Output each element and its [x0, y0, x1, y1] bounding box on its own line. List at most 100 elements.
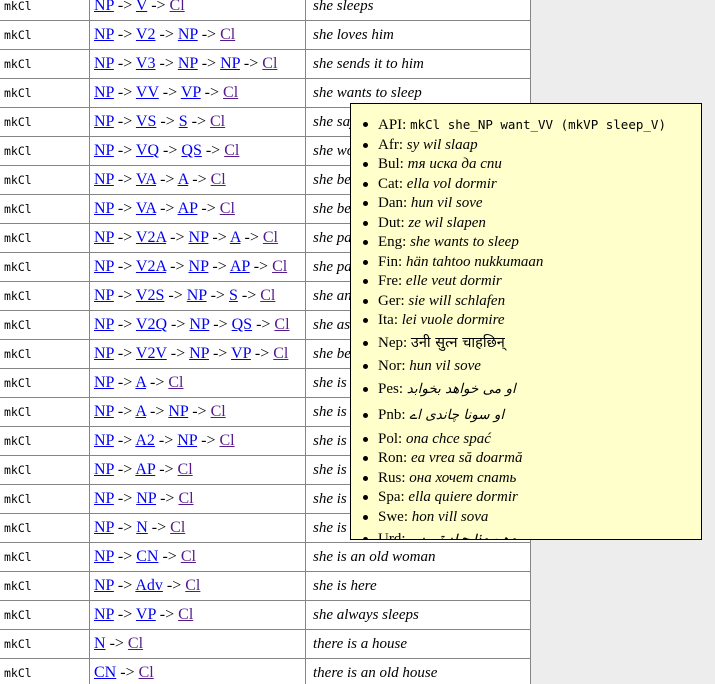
category-link-V2A[interactable]: V2A: [136, 258, 166, 275]
category-link-Cl[interactable]: Cl: [128, 635, 143, 652]
category-link-Cl[interactable]: Cl: [168, 374, 183, 391]
translation-item: Spa: ella quiere dormir: [378, 488, 695, 508]
category-link-NP[interactable]: NP: [189, 345, 209, 362]
category-link-NP[interactable]: NP: [94, 316, 114, 333]
category-link-Cl[interactable]: Cl: [178, 606, 193, 623]
category-link-Cl[interactable]: Cl: [274, 316, 289, 333]
category-link-NP[interactable]: NP: [189, 229, 209, 246]
category-link-Cl[interactable]: Cl: [273, 345, 288, 362]
category-link-Cl[interactable]: Cl: [263, 229, 278, 246]
category-link-N[interactable]: N: [94, 635, 106, 652]
category-link-Cl[interactable]: Cl: [170, 519, 185, 536]
category-link-N[interactable]: N: [136, 519, 148, 536]
category-link-NP[interactable]: NP: [94, 287, 114, 304]
category-link-NP[interactable]: NP: [177, 432, 197, 449]
category-link-Cl[interactable]: Cl: [210, 113, 225, 130]
category-link-S[interactable]: S: [179, 113, 188, 130]
category-link-A[interactable]: A: [230, 229, 241, 246]
category-link-NP[interactable]: NP: [178, 55, 198, 72]
category-link-NP[interactable]: NP: [136, 490, 156, 507]
category-link-V3[interactable]: V3: [136, 55, 156, 72]
category-link-Cl[interactable]: Cl: [211, 403, 226, 420]
category-link-NP[interactable]: NP: [94, 26, 114, 43]
category-link-NP[interactable]: NP: [94, 548, 114, 565]
category-link-NP[interactable]: NP: [94, 0, 114, 14]
category-link-NP[interactable]: NP: [94, 403, 114, 420]
category-link-NP[interactable]: NP: [94, 432, 114, 449]
category-link-A[interactable]: A: [135, 374, 146, 391]
category-link-AP[interactable]: AP: [230, 258, 250, 275]
category-link-NP[interactable]: NP: [94, 200, 114, 217]
language-label: Swe:: [378, 509, 408, 525]
category-link-Cl[interactable]: Cl: [178, 490, 193, 507]
category-link-V2V[interactable]: V2V: [136, 345, 167, 362]
category-link-NP[interactable]: NP: [94, 345, 114, 362]
category-link-S[interactable]: S: [229, 287, 238, 304]
category-link-A2[interactable]: A2: [135, 432, 155, 449]
category-link-Cl[interactable]: Cl: [178, 461, 193, 478]
category-link-NP[interactable]: NP: [94, 606, 114, 623]
category-link-VA[interactable]: VA: [136, 200, 156, 217]
category-link-NP[interactable]: NP: [187, 287, 207, 304]
category-link-NP[interactable]: NP: [94, 258, 114, 275]
category-link-NP[interactable]: NP: [94, 84, 114, 101]
example-cell: she loves him: [306, 21, 531, 50]
category-link-QS[interactable]: QS: [232, 316, 252, 333]
category-link-CN[interactable]: CN: [136, 548, 158, 565]
category-link-CN[interactable]: CN: [94, 664, 116, 681]
category-link-Cl[interactable]: Cl: [220, 200, 235, 217]
category-link-NP[interactable]: NP: [189, 258, 209, 275]
category-link-AP[interactable]: AP: [135, 461, 155, 478]
category-link-Cl[interactable]: Cl: [224, 142, 239, 159]
category-link-V2Q[interactable]: V2Q: [136, 316, 167, 333]
category-link-NP[interactable]: NP: [94, 113, 114, 130]
category-link-NP[interactable]: NP: [94, 142, 114, 159]
category-link-NP[interactable]: NP: [94, 55, 114, 72]
category-link-Cl[interactable]: Cl: [219, 432, 234, 449]
category-link-NP[interactable]: NP: [220, 55, 240, 72]
category-link-NP[interactable]: NP: [94, 577, 114, 594]
category-link-NP[interactable]: NP: [94, 171, 114, 188]
category-link-VP[interactable]: VP: [181, 84, 201, 101]
category-link-Cl[interactable]: Cl: [170, 0, 185, 14]
category-link-Adv[interactable]: Adv: [135, 577, 163, 594]
category-link-NP[interactable]: NP: [168, 403, 188, 420]
category-link-NP[interactable]: NP: [94, 519, 114, 536]
category-link-A[interactable]: A: [178, 171, 189, 188]
category-link-NP[interactable]: NP: [94, 461, 114, 478]
category-link-NP[interactable]: NP: [94, 229, 114, 246]
category-link-VA[interactable]: VA: [136, 171, 156, 188]
category-link-Cl[interactable]: Cl: [181, 548, 196, 565]
category-link-VQ[interactable]: VQ: [136, 142, 159, 159]
category-link-QS[interactable]: QS: [181, 142, 201, 159]
category-link-VP[interactable]: VP: [231, 345, 251, 362]
category-link-VS[interactable]: VS: [136, 113, 156, 130]
category-link-VV[interactable]: VV: [136, 84, 159, 101]
category-link-NP[interactable]: NP: [178, 26, 198, 43]
category-link-V2[interactable]: V2: [136, 26, 156, 43]
category-link-Cl[interactable]: Cl: [139, 664, 154, 681]
category-link-A[interactable]: A: [135, 403, 146, 420]
category-link-V2S[interactable]: V2S: [136, 287, 164, 304]
category-link-VP[interactable]: VP: [136, 606, 156, 623]
category-link-Cl[interactable]: Cl: [262, 55, 277, 72]
category-link-Cl[interactable]: Cl: [185, 577, 200, 594]
function-name-cell: mkCl: [0, 224, 90, 253]
category-link-Cl[interactable]: Cl: [220, 26, 235, 43]
category-link-Cl[interactable]: Cl: [272, 258, 287, 275]
category-link-NP[interactable]: NP: [189, 316, 209, 333]
category-link-Cl[interactable]: Cl: [223, 84, 238, 101]
type-signature-cell: NP -> A -> Cl: [90, 369, 306, 398]
translation-text: ella vol dormir: [407, 176, 497, 192]
translation-text: она хочет спать: [409, 470, 516, 486]
category-link-V[interactable]: V: [136, 0, 147, 14]
category-link-NP[interactable]: NP: [94, 374, 114, 391]
category-link-Cl[interactable]: Cl: [260, 287, 275, 304]
function-name-cell: mkCl: [0, 340, 90, 369]
category-link-NP[interactable]: NP: [94, 490, 114, 507]
category-link-Cl[interactable]: Cl: [211, 171, 226, 188]
arrow-separator: ->: [164, 287, 186, 304]
arrow-separator: ->: [114, 461, 135, 478]
category-link-V2A[interactable]: V2A: [136, 229, 166, 246]
category-link-AP[interactable]: AP: [178, 200, 198, 217]
